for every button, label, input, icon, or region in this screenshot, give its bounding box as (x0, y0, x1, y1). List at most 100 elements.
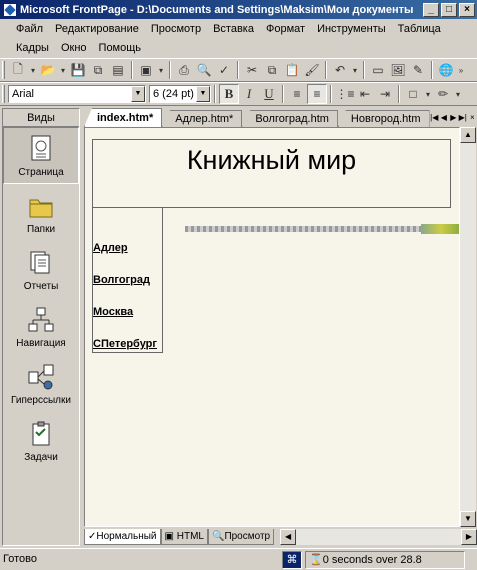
italic-button[interactable]: I (239, 84, 259, 104)
increase-indent-icon[interactable]: ⇥ (375, 84, 395, 104)
align-left-icon[interactable]: ≡ (287, 84, 307, 104)
view-folders-label: Папки (26, 223, 56, 235)
view-reports[interactable]: Отчеты (3, 241, 79, 298)
tab-normal-label: Нормальный (96, 531, 157, 542)
toolbar-separator (431, 61, 433, 79)
menu-insert[interactable]: Вставка (207, 19, 260, 38)
hyperlink-icon[interactable]: 🌐 (436, 60, 456, 80)
tab-prev-icon[interactable]: ◀ (439, 110, 449, 127)
publish-icon[interactable]: ⧉ (88, 60, 108, 80)
align-center-icon[interactable]: ≡ (307, 84, 327, 104)
chevron-down-icon[interactable]: ▼ (196, 86, 210, 102)
scroll-down-icon[interactable]: ▼ (460, 511, 476, 527)
scroll-right-icon[interactable]: ▶ (461, 529, 477, 545)
header-cell[interactable]: Книжный мир (92, 139, 451, 208)
undo-dropdown-icon[interactable]: ▾ (350, 60, 360, 80)
view-page[interactable]: Страница (3, 127, 79, 184)
toolbar-grip[interactable] (2, 61, 5, 79)
toolbar-options-icon[interactable]: » (456, 60, 466, 80)
paste-icon[interactable]: 📋 (282, 60, 302, 80)
vertical-scrollbar[interactable]: ▲ ▼ (460, 127, 476, 527)
underline-button[interactable]: U (259, 84, 279, 104)
minimize-button[interactable]: _ (423, 2, 439, 17)
toolbar-grip[interactable] (2, 85, 5, 103)
tab-last-icon[interactable]: ▶| (458, 110, 468, 127)
horizontal-scrollbar[interactable]: ◀ ▶ (280, 529, 477, 545)
download-time: ⌛0 seconds over 28.8 (305, 550, 465, 569)
menu-window[interactable]: Окно (55, 38, 93, 57)
insert-component-icon[interactable]: ▭ (368, 60, 388, 80)
close-button[interactable]: × (459, 2, 475, 17)
save-icon[interactable]: 💾 (68, 60, 88, 80)
tab-novgorod[interactable]: Новгород.htm (337, 110, 430, 127)
banner-image[interactable] (185, 224, 459, 234)
page-title[interactable]: Книжный мир (187, 145, 356, 207)
menu-tools[interactable]: Инструменты (311, 19, 392, 38)
navigation-cell[interactable]: Адлер Волгоград Москва СПетербург (92, 208, 163, 353)
preview-icon[interactable]: 🔍 (194, 60, 214, 80)
page-editor[interactable]: Книжный мир Адлер Волгоград Москва СПете… (84, 127, 460, 527)
view-tasks[interactable]: Задачи (3, 412, 79, 469)
borders-dropdown-icon[interactable]: ▾ (423, 84, 433, 104)
open-dropdown-icon[interactable]: ▾ (58, 60, 68, 80)
toolbar-separator (169, 61, 171, 79)
tab-preview[interactable]: 🔍Просмотр (207, 529, 275, 545)
undo-icon[interactable]: ↶ (330, 60, 350, 80)
nav-link-volgograd[interactable]: Волгоград (93, 274, 150, 286)
scroll-left-icon[interactable]: ◀ (280, 529, 297, 545)
formatting-toolbar: Arial ▼ 6 (24 pt) ▼ B I U ≡ ≡ ⋮≡ ⇤ ⇥ □ ▾… (0, 82, 477, 106)
insert-picture-icon[interactable]: 🖼 (388, 60, 408, 80)
tab-first-icon[interactable]: |◀ (430, 110, 440, 127)
format-painter-icon[interactable]: 🖌 (302, 60, 322, 80)
menu-edit[interactable]: Редактирование (49, 19, 145, 38)
reports-view-icon (26, 248, 56, 278)
open-icon[interactable]: 📂 (38, 60, 58, 80)
views-panel-header: Виды (3, 109, 79, 127)
view-folders[interactable]: Папки (3, 184, 79, 241)
italic-label: I (246, 86, 252, 101)
numbering-icon[interactable]: ⋮≡ (335, 84, 355, 104)
view-navigation[interactable]: Навигация (3, 298, 79, 355)
tab-normal[interactable]: ✓Нормальный (84, 529, 161, 545)
drawing-icon[interactable]: ✎ (408, 60, 428, 80)
frontpage-app-icon[interactable] (3, 2, 17, 17)
copy-icon[interactable]: ⧉ (262, 60, 282, 80)
menu-file[interactable]: Файл (10, 19, 49, 38)
menu-format[interactable]: Формат (260, 19, 311, 38)
scroll-up-icon[interactable]: ▲ (460, 127, 476, 143)
print-icon[interactable]: ⎙ (174, 60, 194, 80)
new-dropdown-icon[interactable]: ▾ (28, 60, 38, 80)
highlight-icon[interactable]: ✏ (433, 84, 453, 104)
folder-view-icon (26, 191, 56, 221)
views-bar-icon[interactable]: ▣ (136, 60, 156, 80)
tab-next-icon[interactable]: ▶ (449, 110, 459, 127)
new-page-icon[interactable]: 🗋 (8, 60, 28, 80)
maximize-button[interactable]: □ (441, 2, 457, 17)
chevron-down-icon[interactable]: ▼ (131, 86, 145, 102)
menu-frames[interactable]: Кадры (10, 38, 55, 57)
title-bar[interactable]: Microsoft FrontPage - D:\Documents and S… (0, 0, 477, 19)
view-hyperlinks-label: Гиперссылки (11, 394, 71, 406)
font-size-select[interactable]: 6 (24 pt) ▼ (149, 85, 211, 103)
font-name-select[interactable]: Arial ▼ (8, 85, 146, 103)
highlight-dropdown-icon[interactable]: ▾ (453, 84, 463, 104)
borders-icon[interactable]: □ (403, 84, 423, 104)
menu-table[interactable]: Таблица (392, 19, 447, 38)
menu-help[interactable]: Помощь (93, 38, 148, 57)
nav-link-adler[interactable]: Адлер (93, 242, 128, 254)
nav-link-spetersburg[interactable]: СПетербург (93, 338, 157, 350)
views-dropdown-icon[interactable]: ▾ (156, 60, 166, 80)
folder-list-icon[interactable]: ▤ (108, 60, 128, 80)
spelling-icon[interactable]: ✓ (214, 60, 234, 80)
view-hyperlinks[interactable]: Гиперссылки (3, 355, 79, 412)
bold-button[interactable]: B (219, 84, 239, 104)
menu-view[interactable]: Просмотр (145, 19, 207, 38)
decrease-indent-icon[interactable]: ⇤ (355, 84, 375, 104)
close-icon[interactable]: × (468, 110, 477, 127)
tab-adler[interactable]: Адлер.htm* (162, 110, 243, 127)
tab-index[interactable]: index.htm* (84, 108, 163, 127)
tab-volgograd[interactable]: Волгоград.htm (242, 110, 338, 127)
nav-link-moscow[interactable]: Москва (93, 306, 133, 318)
cut-icon[interactable]: ✂ (242, 60, 262, 80)
tab-html[interactable]: ▣ HTML (160, 529, 208, 545)
